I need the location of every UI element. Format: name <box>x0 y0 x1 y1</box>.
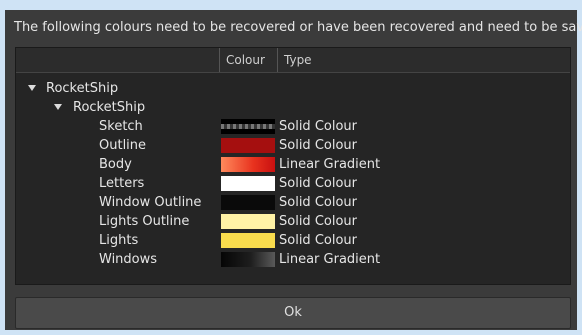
column-header-colour[interactable]: Colour <box>219 48 284 72</box>
colour-type: Solid Colour <box>279 233 357 248</box>
window-top-border <box>0 0 582 10</box>
column-header-type[interactable]: Type <box>277 48 574 72</box>
colour-name: Windows <box>99 252 158 267</box>
tree-row-child[interactable]: RocketShip <box>16 98 570 117</box>
dialog-message: The following colours need to be recover… <box>14 20 582 35</box>
ok-button[interactable]: Ok <box>15 297 571 329</box>
colour-tree-view[interactable]: Colour Type RocketShip RocketShip Sketch… <box>15 47 571 285</box>
colour-row[interactable]: Letters Solid Colour <box>16 174 570 193</box>
tree-item-label: RocketShip <box>46 81 119 96</box>
colour-type: Solid Colour <box>279 214 357 229</box>
window-left-border <box>0 10 5 335</box>
colour-type: Solid Colour <box>279 176 357 191</box>
colour-swatch <box>221 195 275 210</box>
colour-row[interactable]: Windows Linear Gradient <box>16 250 570 269</box>
colour-type: Solid Colour <box>279 119 357 134</box>
window-right-border <box>577 10 582 335</box>
colour-row[interactable]: Body Linear Gradient <box>16 155 570 174</box>
colour-name: Lights Outline <box>99 214 190 229</box>
colour-type: Solid Colour <box>279 138 357 153</box>
column-header-name[interactable] <box>16 48 219 72</box>
colour-type: Linear Gradient <box>279 157 381 172</box>
colour-type: Solid Colour <box>279 195 357 210</box>
colour-name: Outline <box>99 138 147 153</box>
colour-row[interactable]: Sketch Solid Colour <box>16 117 570 136</box>
colour-recovery-dialog: The following colours need to be recover… <box>0 0 582 335</box>
window-bottom-border <box>0 330 582 335</box>
colour-name: Lights <box>99 233 139 248</box>
colour-swatch <box>221 157 275 172</box>
colour-row[interactable]: Lights Outline Solid Colour <box>16 212 570 231</box>
tree-row-root[interactable]: RocketShip <box>16 79 570 98</box>
expand-arrow-icon[interactable] <box>28 85 36 91</box>
colour-swatch <box>221 233 275 248</box>
colour-swatch <box>221 214 275 229</box>
colour-swatch <box>221 119 275 134</box>
colour-name: Window Outline <box>99 195 202 210</box>
colour-swatch <box>221 176 275 191</box>
colour-swatch <box>221 138 275 153</box>
colour-type: Linear Gradient <box>279 252 381 267</box>
tree-item-label: RocketShip <box>73 100 146 115</box>
colour-name: Sketch <box>99 119 143 134</box>
colour-row[interactable]: Window Outline Solid Colour <box>16 193 570 212</box>
colour-swatch <box>221 252 275 267</box>
colour-row[interactable]: Outline Solid Colour <box>16 136 570 155</box>
tree-header: Colour Type <box>16 48 570 73</box>
colour-row[interactable]: Lights Solid Colour <box>16 231 570 250</box>
expand-arrow-icon[interactable] <box>54 104 62 110</box>
colour-name: Letters <box>99 176 145 191</box>
colour-name: Body <box>99 157 132 172</box>
